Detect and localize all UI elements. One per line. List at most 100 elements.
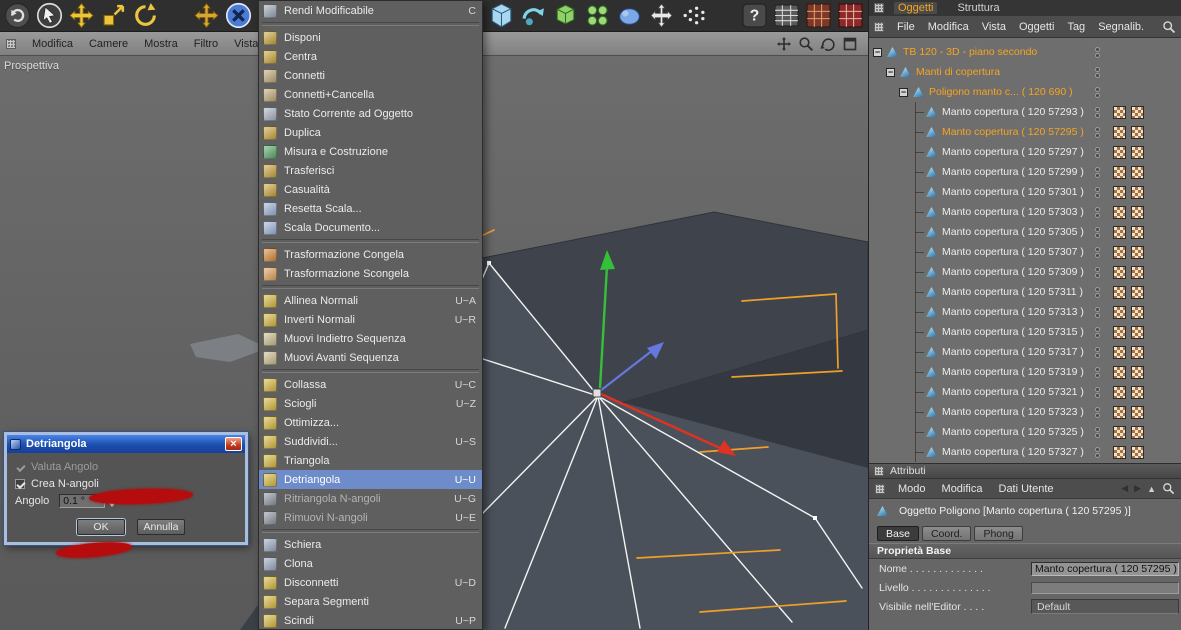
visibility-dot-icon[interactable] [1095,246,1100,252]
visibility-dots-icon[interactable] [1095,326,1100,338]
checkbox-icon[interactable] [15,462,25,472]
tree-row-manto-copertura-120-57325[interactable]: Manto copertura ( 120 57325 ) [869,422,1181,442]
visibility-dot-icon[interactable] [1095,452,1100,458]
attr-tab-phong[interactable]: Phong [974,525,1023,541]
visibility-dot-icon[interactable] [1095,52,1100,58]
up-hierarchy-icon[interactable]: ▲ [1147,484,1156,494]
attr-menu-modo[interactable]: Modo [898,483,926,495]
menu-item-resetta-scala[interactable]: Resetta Scala... [259,199,482,218]
om-menu-oggetti[interactable]: Oggetti [1019,21,1054,33]
expand-collapse-icon[interactable]: − [873,47,882,57]
visibility-dots-icon[interactable] [1095,46,1100,58]
attr-tab-base[interactable]: Base [877,525,919,541]
visibility-dots-icon[interactable] [1095,66,1100,78]
visibility-dots-icon[interactable] [1095,166,1100,178]
visibility-dots-icon[interactable] [1095,346,1100,358]
attr-menu-modifica[interactable]: Modifica [942,483,983,495]
texture-tag-icon[interactable] [1113,245,1126,259]
tree-row-manto-copertura-120-57303[interactable]: Manto copertura ( 120 57303 ) [869,202,1181,222]
option-valuta-angolo[interactable]: Valuta Angolo [15,458,237,475]
visibility-dot-icon[interactable] [1095,192,1100,198]
axis-origin-handle[interactable] [592,388,602,398]
visibility-dot-icon[interactable] [1095,106,1100,112]
menu-item-misura-e-costruzione[interactable]: Misura e Costruzione [259,142,482,161]
visibility-dot-icon[interactable] [1095,92,1100,98]
visibility-dots-icon[interactable] [1095,386,1100,398]
tab-oggetti[interactable]: Oggetti [894,2,938,14]
visibility-dots-icon[interactable] [1095,306,1100,318]
search-icon[interactable] [1162,20,1176,34]
visibility-dot-icon[interactable] [1095,152,1100,158]
array-spheres-icon[interactable] [584,2,611,29]
tree-row-manto-copertura-120-57301[interactable]: Manto copertura ( 120 57301 ) [869,182,1181,202]
material-grid-icon[interactable] [805,2,832,29]
live-selection-icon[interactable] [36,2,63,29]
visibility-dots-icon[interactable] [1095,366,1100,378]
texture-tag-icon[interactable] [1131,125,1144,139]
menu-item-collassa[interactable]: Collassa U~C [259,375,482,394]
visibility-dot-icon[interactable] [1095,352,1100,358]
visibility-dots-icon[interactable] [1095,186,1100,198]
visibility-dots-icon[interactable] [1095,146,1100,158]
visibility-dot-icon[interactable] [1095,146,1100,152]
livello-widget[interactable] [1031,581,1179,594]
tree-row-manto-copertura-120-57309[interactable]: Manto copertura ( 120 57309 ) [869,262,1181,282]
attr-search-icon[interactable] [1162,482,1175,495]
metaball-icon[interactable] [616,2,643,29]
visibility-dot-icon[interactable] [1095,406,1100,412]
texture-tag-icon[interactable] [1113,125,1126,139]
visibility-dot-icon[interactable] [1095,212,1100,218]
rotate-view-icon[interactable] [820,36,836,52]
visibility-dot-icon[interactable] [1095,86,1100,92]
modeling-tool-icon[interactable] [520,2,547,29]
tree-row-manto-copertura-120-57299[interactable]: Manto copertura ( 120 57299 ) [869,162,1181,182]
ok-button[interactable]: OK [77,519,125,535]
visibility-dot-icon[interactable] [1095,392,1100,398]
texture-tag-icon[interactable] [1131,445,1144,459]
visibility-dot-icon[interactable] [1095,306,1100,312]
visibility-dot-icon[interactable] [1095,66,1100,72]
menu-item-ritriangola-n-angoli[interactable]: Ritriangola N-angoli U~G [259,489,482,508]
menu-item-rendi-modificabile[interactable]: Rendi Modificabile C [259,1,482,20]
texture-tag-icon[interactable] [1131,225,1144,239]
visibility-dots-icon[interactable] [1095,86,1100,98]
viewport-menu-mostra[interactable]: Mostra [144,38,178,50]
texture-tag-icon[interactable] [1131,185,1144,199]
visibility-dot-icon[interactable] [1095,132,1100,138]
deformer-icon[interactable] [648,2,675,29]
visibile-editor-dropdown[interactable]: Default [1031,599,1179,614]
visibility-dot-icon[interactable] [1095,252,1100,258]
menu-item-centra[interactable]: Centra [259,47,482,66]
visibility-dot-icon[interactable] [1095,172,1100,178]
texture-tag-icon[interactable] [1131,105,1144,119]
texture-tag-icon[interactable] [1113,165,1126,179]
texture-tag-icon[interactable] [1131,205,1144,219]
texture-tag-icon[interactable] [1113,325,1126,339]
attr-menu-grip-icon[interactable] [875,483,885,494]
om-menu-tag[interactable]: Tag [1067,21,1085,33]
menu-item-scala-documento[interactable]: Scala Documento... [259,218,482,237]
move-tool-icon[interactable] [68,2,95,29]
menu-item-rimuovi-n-angoli[interactable]: Rimuovi N-angoli U~E [259,508,482,527]
menu-item-muovi-avanti-sequenza[interactable]: Muovi Avanti Sequenza [259,348,482,367]
texture-tag-icon[interactable] [1113,145,1126,159]
tree-row-manto-copertura-120-57311[interactable]: Manto copertura ( 120 57311 ) [869,282,1181,302]
scale-tool-icon[interactable] [100,2,127,29]
texture-tag-icon[interactable] [1113,185,1126,199]
menu-item-trasferisci[interactable]: Trasferisci [259,161,482,180]
menu-item-separa-segmenti[interactable]: Separa Segmenti [259,592,482,611]
pan-view-icon[interactable] [776,36,792,52]
visibility-dot-icon[interactable] [1095,426,1100,432]
visibility-dot-icon[interactable] [1095,446,1100,452]
viewport-menu-filtro[interactable]: Filtro [194,38,218,50]
menu-item-connetti-cancella[interactable]: Connetti+Cancella [259,85,482,104]
tab-struttura[interactable]: Struttura [953,2,1003,14]
tree-row-manto-copertura-120-57321[interactable]: Manto copertura ( 120 57321 ) [869,382,1181,402]
visibility-dot-icon[interactable] [1095,272,1100,278]
tree-row-manto-copertura-120-57319[interactable]: Manto copertura ( 120 57319 ) [869,362,1181,382]
tree-row-manto-copertura-120-57297[interactable]: Manto copertura ( 120 57297 ) [869,142,1181,162]
tree-row-manto-copertura-120-57293[interactable]: Manto copertura ( 120 57293 ) [869,102,1181,122]
attributes-grip-icon[interactable] [874,466,884,476]
texture-tag-icon[interactable] [1131,385,1144,399]
menu-item-sciogli[interactable]: Sciogli U~Z [259,394,482,413]
